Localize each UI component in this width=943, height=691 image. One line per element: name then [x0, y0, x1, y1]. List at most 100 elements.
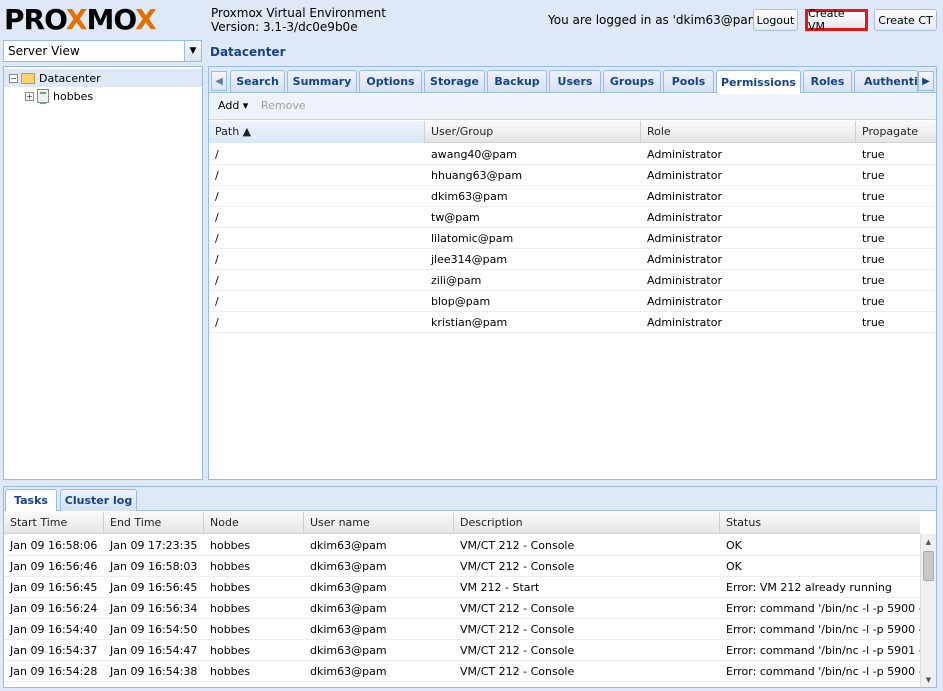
- cell-propagate: true: [862, 295, 885, 308]
- tab-backup[interactable]: Backup: [487, 70, 547, 92]
- tasks-scrollbar[interactable]: ▲ ▼: [920, 534, 936, 687]
- tree-item-label: hobbes: [53, 89, 94, 103]
- cell-user-group: zili@pam: [431, 274, 482, 287]
- cell-end-time: Jan 09 16:54:38: [110, 665, 198, 678]
- cell-propagate: true: [862, 316, 885, 329]
- cell-role: Administrator: [647, 316, 722, 329]
- tab-pools[interactable]: Pools: [663, 70, 714, 92]
- tab-roles[interactable]: Roles: [803, 70, 852, 92]
- table-row[interactable]: Jan 09 16:56:24 Jan 09 16:56:34 hobbes dkim…: [4, 598, 920, 619]
- chevron-down-icon[interactable]: ▼: [184, 41, 201, 61]
- column-header-start-time[interactable]: Start Time: [4, 512, 104, 534]
- folder-icon: [21, 72, 35, 84]
- cell-path: /: [215, 274, 219, 287]
- proxmox-logo: PROXMOX: [4, 3, 157, 36]
- cell-node: hobbes: [210, 581, 251, 594]
- cell-role: Administrator: [647, 211, 722, 224]
- app-version: Version: 3.1-3/dc0e9b0e: [211, 20, 358, 34]
- tab-summary[interactable]: Summary: [287, 70, 357, 92]
- tab-storage[interactable]: Storage: [424, 70, 485, 92]
- scroll-left-icon[interactable]: ◀: [211, 71, 227, 91]
- cell-start-time: Jan 09 16:54:37: [10, 644, 98, 657]
- tree-item-datacenter[interactable]: − Datacenter: [4, 69, 202, 87]
- cell-start-time: Jan 09 16:56:46: [10, 560, 98, 573]
- tab-users[interactable]: Users: [549, 70, 601, 92]
- table-row[interactable]: / tw@pam Administrator true: [209, 207, 936, 228]
- cell-path: /: [215, 148, 219, 161]
- tree-item-hobbes[interactable]: + hobbes: [20, 87, 93, 105]
- table-row[interactable]: Jan 09 16:54:40 Jan 09 16:54:50 hobbes dkim…: [4, 619, 920, 640]
- cell-status: Error: VM 212 already running: [726, 581, 892, 594]
- cell-status: Error: command '/bin/nc -l -p 5900 -...: [726, 602, 920, 615]
- remove-button[interactable]: Remove: [261, 99, 306, 112]
- expand-icon[interactable]: +: [25, 91, 34, 101]
- column-header-role[interactable]: Role: [641, 121, 856, 143]
- view-selector[interactable]: Server View ▼: [3, 40, 202, 62]
- table-row[interactable]: Jan 09 16:58:06 Jan 09 17:23:35 hobbes dkim…: [4, 535, 920, 556]
- cell-propagate: true: [862, 232, 885, 245]
- column-header-end-time[interactable]: End Time: [104, 512, 204, 534]
- create-ct-button[interactable]: Create CT: [874, 9, 937, 31]
- tab-authentication[interactable]: Authentica: [854, 70, 918, 92]
- table-row[interactable]: / kristian@pam Administrator true: [209, 312, 936, 333]
- logout-button[interactable]: Logout: [753, 9, 798, 31]
- tasks-panel: Tasks Cluster log Start Time End Time No…: [3, 486, 937, 688]
- create-vm-button[interactable]: Create VM: [805, 7, 868, 33]
- cell-end-time: Jan 09 16:54:50: [110, 623, 198, 636]
- cell-role: Administrator: [647, 169, 722, 182]
- table-row[interactable]: / zili@pam Administrator true: [209, 270, 936, 291]
- table-row[interactable]: / hhuang63@pam Administrator true: [209, 165, 936, 186]
- table-row[interactable]: Jan 09 16:56:46 Jan 09 16:58:03 hobbes dkim…: [4, 556, 920, 577]
- table-row[interactable]: Jan 09 16:56:45 Jan 09 16:56:45 hobbes dkim…: [4, 577, 920, 598]
- tab-groups[interactable]: Groups: [603, 70, 661, 92]
- collapse-icon[interactable]: −: [9, 73, 18, 83]
- tab-search[interactable]: Search: [230, 70, 285, 92]
- cell-propagate: true: [862, 148, 885, 161]
- cell-user-name: dkim63@pam: [310, 644, 387, 657]
- cell-user-group: awang40@pam: [431, 148, 517, 161]
- column-header-node[interactable]: Node: [204, 512, 304, 534]
- cell-user-group: hhuang63@pam: [431, 169, 523, 182]
- cell-status: OK: [726, 539, 742, 552]
- table-row[interactable]: / blop@pam Administrator true: [209, 291, 936, 312]
- table-row[interactable]: / lilatomic@pam Administrator true: [209, 228, 936, 249]
- scrollbar-thumb[interactable]: [923, 551, 934, 581]
- column-header-propagate[interactable]: Propagate: [856, 121, 936, 143]
- cell-propagate: true: [862, 169, 885, 182]
- cell-node: hobbes: [210, 644, 251, 657]
- cell-role: Administrator: [647, 295, 722, 308]
- cell-status: Error: command '/bin/nc -l -p 5900 -...: [726, 623, 920, 636]
- column-header-status[interactable]: Status: [720, 512, 920, 534]
- panel-title: Datacenter: [210, 45, 286, 59]
- column-header-user-name[interactable]: User name: [304, 512, 454, 534]
- cell-status: Error: command '/bin/nc -l -p 5900 -...: [726, 665, 920, 678]
- cell-status: Error: command '/bin/nc -l -p 5901 -...: [726, 644, 920, 657]
- column-header-path[interactable]: Path ▲: [209, 121, 425, 143]
- table-row[interactable]: Jan 09 16:54:37 Jan 09 16:54:47 hobbes dkim…: [4, 640, 920, 661]
- table-row[interactable]: / dkim63@pam Administrator true: [209, 186, 936, 207]
- cell-end-time: Jan 09 16:56:34: [110, 602, 198, 615]
- table-row[interactable]: Jan 09 16:54:28 Jan 09 16:54:38 hobbes dkim…: [4, 661, 920, 682]
- cell-user-group: dkim63@pam: [431, 190, 508, 203]
- table-row[interactable]: / jlee314@pam Administrator true: [209, 249, 936, 270]
- cell-propagate: true: [862, 211, 885, 224]
- add-button[interactable]: Add ▾: [218, 99, 248, 112]
- tasks-grid-header: Start Time End Time Node User name Descr…: [4, 512, 920, 534]
- cell-path: /: [215, 253, 219, 266]
- app-name: Proxmox Virtual Environment: [211, 6, 386, 20]
- cell-user-group: jlee314@pam: [431, 253, 508, 266]
- tab-options[interactable]: Options: [359, 70, 422, 92]
- cell-description: VM/CT 212 - Console: [460, 665, 575, 678]
- cell-start-time: Jan 09 16:56:24: [10, 602, 98, 615]
- column-header-user-group[interactable]: User/Group: [425, 121, 641, 143]
- scroll-right-icon[interactable]: ▶: [918, 71, 934, 91]
- table-row[interactable]: / awang40@pam Administrator true: [209, 144, 936, 165]
- tab-cluster-log[interactable]: Cluster log: [60, 489, 137, 511]
- scroll-up-icon[interactable]: ▲: [921, 534, 936, 549]
- scroll-down-icon[interactable]: ▼: [921, 672, 936, 687]
- column-header-description[interactable]: Description: [454, 512, 720, 534]
- cell-user-name: dkim63@pam: [310, 623, 387, 636]
- cell-node: hobbes: [210, 602, 251, 615]
- tab-tasks[interactable]: Tasks: [5, 489, 57, 511]
- tab-permissions[interactable]: Permissions: [716, 70, 801, 93]
